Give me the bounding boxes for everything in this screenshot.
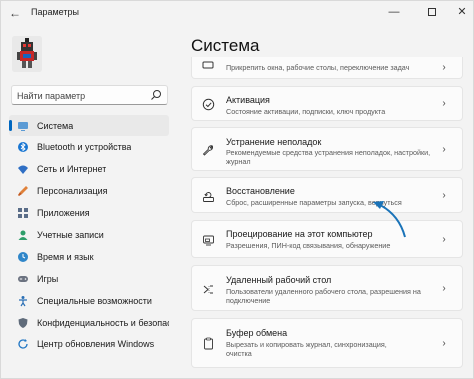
sidebar-item-apps[interactable]: Приложения	[9, 203, 169, 224]
sidebar-item-label: Специальные возможности	[37, 295, 152, 306]
globe-clock-icon	[17, 251, 29, 263]
minimize-icon: —	[388, 6, 400, 18]
remote-desktop-icon	[201, 282, 215, 296]
minimize-button[interactable]: —	[381, 3, 407, 21]
card-title: Восстановление	[226, 186, 295, 196]
sidebar-item-label: Bluetooth и устройства	[37, 142, 132, 153]
card-description: Рекомендуемые средства устранения непола…	[226, 148, 431, 157]
sidebar-item-gaming[interactable]: Игры	[9, 268, 169, 289]
monitor-icon	[17, 120, 29, 132]
sidebar-item-system[interactable]: Система	[9, 115, 169, 136]
chevron-right-icon: ›	[442, 98, 446, 109]
sidebar-item-label: Конфиденциальность и безопас	[37, 317, 169, 328]
settings-card-remote-desktop[interactable]: Удаленный рабочий стол Пользователи удал…	[191, 265, 463, 311]
card-title: Устранение неполадок	[226, 137, 322, 147]
sidebar-item-bluetooth[interactable]: Bluetooth и устройства	[9, 137, 169, 158]
sidebar-item-network[interactable]: Сеть и Интернет	[9, 159, 169, 180]
settings-window: ← Параметры — ✕ Найти параметр Система B…	[0, 0, 474, 379]
sidebar-item-label: Центр обновления Windows	[37, 339, 155, 350]
check-circle-icon	[201, 97, 215, 111]
back-button[interactable]: ←	[7, 5, 23, 21]
sidebar-item-label: Игры	[37, 273, 59, 284]
sidebar-item-label: Приложения	[37, 208, 90, 219]
close-icon: ✕	[457, 6, 467, 18]
card-description: подключение	[226, 296, 271, 305]
chevron-right-icon: ›	[442, 144, 446, 155]
card-title: Проецирование на этот компьютер	[226, 229, 373, 239]
arrow-left-icon: ←	[9, 6, 21, 20]
chevron-right-icon: ›	[442, 62, 446, 73]
card-description: журнал	[226, 157, 251, 166]
app-title: Параметры	[31, 7, 79, 17]
wifi-icon	[17, 163, 29, 175]
sidebar-item-accessibility[interactable]: Специальные возможности	[9, 290, 169, 311]
card-description: Состояние активации, подписки, ключ прод…	[226, 107, 386, 116]
search-box	[11, 85, 168, 105]
chevron-right-icon: ›	[442, 190, 446, 201]
sidebar-item-label: Время и язык	[37, 251, 94, 262]
title-bar: ← Параметры — ✕	[1, 1, 474, 25]
sidebar-item-label: Система	[37, 120, 74, 131]
bluetooth-icon	[17, 141, 29, 153]
chevron-right-icon: ›	[442, 338, 446, 349]
sidebar-item-time-language[interactable]: Время и язык	[9, 246, 169, 267]
recovery-icon	[201, 189, 215, 203]
card-title: Активация	[226, 95, 270, 105]
settings-card-clipboard[interactable]: Буфер обмена Вырезать и копировать журна…	[191, 318, 463, 368]
sidebar-item-label: Персонализация	[37, 186, 108, 197]
settings-card-projection[interactable]: Проецирование на этот компьютер Разрешен…	[191, 220, 463, 258]
settings-card-activation[interactable]: Активация Состояние активации, подписки,…	[191, 86, 463, 121]
settings-card-troubleshoot[interactable]: Устранение неполадок Рекомендуемые средс…	[191, 127, 463, 171]
chevron-right-icon: ›	[442, 283, 446, 294]
shield-icon	[17, 317, 29, 329]
wrench-icon	[201, 143, 215, 157]
avatar[interactable]	[12, 36, 42, 72]
person-icon	[17, 229, 29, 241]
sidebar-item-label: Учетные записи	[37, 229, 104, 240]
sidebar-nav: Система Bluetooth и устройства Сеть и Ин…	[9, 115, 169, 356]
sidebar-item-windows-update[interactable]: Центр обновления Windows	[9, 334, 169, 355]
clipboard-icon	[201, 336, 215, 350]
search-icon[interactable]	[150, 89, 162, 101]
settings-card-recovery[interactable]: Восстановление Сброс, расширенные параме…	[191, 177, 463, 213]
maximize-button[interactable]	[419, 3, 445, 21]
card-description: Прикрепить окна, рабочие столы, переключ…	[226, 63, 410, 72]
card-description: Разрешения, ПИН-код связывания, обнаруже…	[226, 241, 391, 250]
projection-icon	[201, 233, 215, 247]
robot-avatar-icon	[12, 36, 42, 72]
card-description: очистка	[226, 349, 252, 358]
card-description: Сброс, расширенные параметры запуска, ве…	[226, 198, 402, 207]
page-title: Система	[191, 36, 260, 55]
update-icon	[17, 338, 29, 350]
accessibility-icon	[17, 295, 29, 307]
card-title: Буфер обмена	[226, 328, 288, 338]
chevron-right-icon: ›	[442, 234, 446, 245]
multitasking-icon	[201, 60, 215, 74]
sidebar-item-personalization[interactable]: Персонализация	[9, 181, 169, 202]
close-button[interactable]: ✕	[449, 3, 474, 21]
maximize-icon	[428, 8, 436, 17]
brush-icon	[17, 185, 29, 197]
sidebar-item-accounts[interactable]: Учетные записи	[9, 224, 169, 245]
search-input[interactable]	[17, 88, 147, 103]
gamepad-icon	[17, 273, 29, 285]
card-title: Удаленный рабочий стол	[226, 275, 332, 285]
sidebar-item-label: Сеть и Интернет	[37, 164, 107, 175]
settings-card-multitasking[interactable]: Прикрепить окна, рабочие столы, переключ…	[191, 57, 463, 79]
apps-icon	[17, 207, 29, 219]
sidebar-item-privacy[interactable]: Конфиденциальность и безопас	[9, 312, 169, 333]
